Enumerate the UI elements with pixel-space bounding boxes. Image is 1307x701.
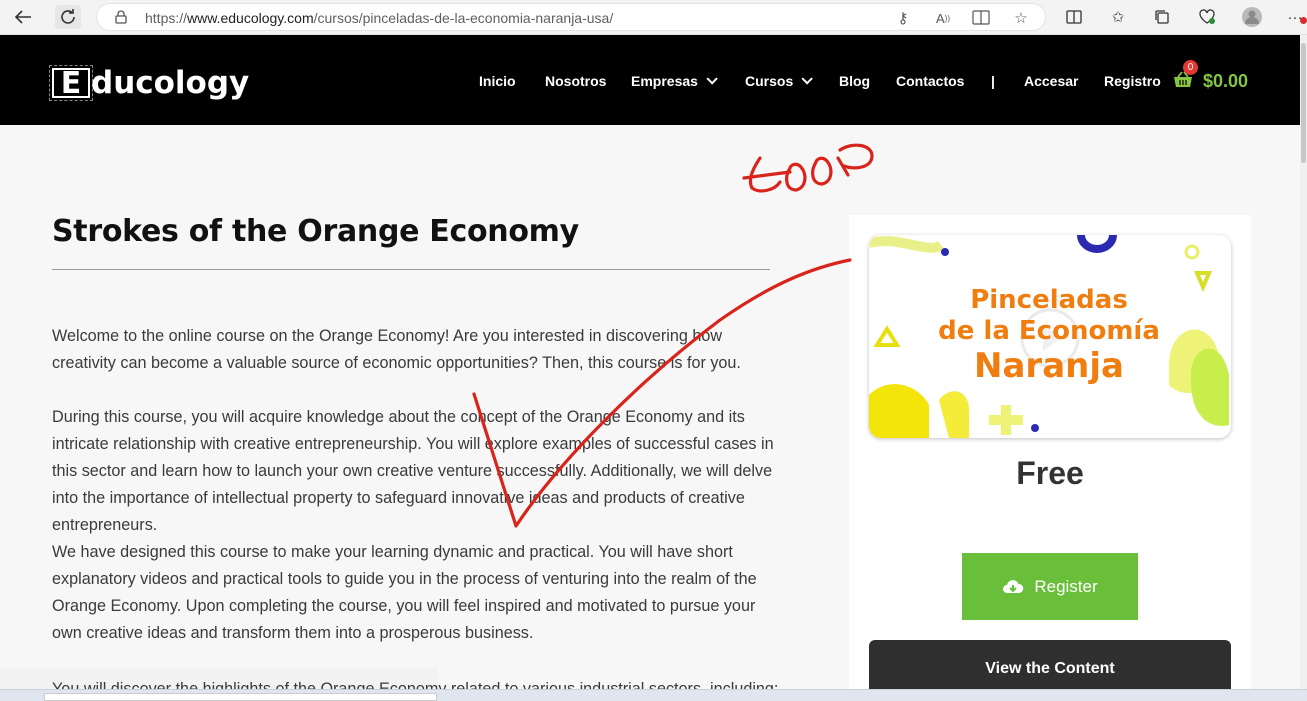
- course-description: Welcome to the online course on the Oran…: [52, 323, 782, 647]
- cloud-download-icon: [1003, 579, 1024, 593]
- lock-icon: [115, 10, 127, 24]
- educology-logo[interactable]: E ducology: [49, 64, 250, 102]
- reader-view-icon[interactable]: [971, 8, 991, 28]
- scrollbar-thumb[interactable]: [1301, 43, 1306, 163]
- page-scrollbar[interactable]: [1300, 35, 1307, 701]
- logo-text: ducology: [91, 65, 250, 101]
- more-menu-icon[interactable]: ···: [1283, 5, 1307, 29]
- thumbnail-artwork: Pinceladas de la Economía Naranja: [869, 235, 1231, 438]
- details-paragraph: During this course, you will acquire kno…: [52, 408, 774, 534]
- handwriting-g: [742, 156, 792, 193]
- favorites-icon[interactable]: ✩: [1106, 5, 1130, 29]
- refresh-icon[interactable]: [55, 5, 81, 29]
- nav-nosotros[interactable]: Nosotros: [545, 73, 606, 89]
- nav-empresas[interactable]: Empresas: [631, 73, 718, 89]
- design-paragraph: We have designed this course to make you…: [52, 543, 757, 642]
- browser-toolbar: https://www.educology.com/cursos/pincela…: [0, 0, 1307, 35]
- chevron-down-icon: [801, 73, 814, 85]
- course-price: Free: [1016, 455, 1084, 491]
- intro-paragraph: Welcome to the online course on the Oran…: [52, 327, 741, 372]
- chevron-down-icon: [706, 73, 718, 85]
- url-text: https://www.educology.com/cursos/pincela…: [145, 10, 614, 26]
- handwriting-o2: [811, 156, 833, 186]
- site-header: E ducology Inicio Nosotros Empresas Curs…: [0, 35, 1307, 125]
- cart-total[interactable]: $0.00: [1203, 71, 1248, 92]
- course-title: Strokes of the Orange Economy: [52, 214, 579, 249]
- address-bar[interactable]: https://www.educology.com/cursos/pincela…: [96, 3, 1046, 31]
- nav-contactos[interactable]: Contactos: [896, 73, 964, 89]
- thumbnail-line-1: Pinceladas: [970, 285, 1128, 315]
- cart-count-badge: 0: [1183, 60, 1198, 75]
- nav-accesar[interactable]: Accesar: [1024, 73, 1079, 89]
- handwriting-o1: [785, 162, 807, 192]
- split-screen-icon[interactable]: [1062, 5, 1086, 29]
- title-divider: [52, 269, 770, 270]
- nav-blog[interactable]: Blog: [839, 73, 870, 89]
- favorite-star-icon[interactable]: ☆: [1011, 8, 1031, 28]
- nav-inicio[interactable]: Inicio: [479, 73, 516, 89]
- collections-icon[interactable]: [1150, 5, 1174, 29]
- logo-letter: E: [49, 65, 93, 101]
- back-arrow-icon[interactable]: [10, 5, 36, 29]
- register-button[interactable]: Register: [962, 553, 1138, 620]
- thumbnail-line-2: de la Economía: [938, 316, 1160, 346]
- nav-separator: |: [991, 73, 995, 89]
- thumbnail-line-3: Naranja: [974, 346, 1124, 386]
- handwriting-d: [836, 143, 874, 177]
- key-icon[interactable]: ⚷: [893, 8, 913, 28]
- course-thumbnail-video[interactable]: Pinceladas de la Economía Naranja: [869, 235, 1231, 438]
- profile-avatar-icon[interactable]: [1240, 5, 1264, 29]
- nav-registro[interactable]: Registro: [1104, 73, 1161, 89]
- nav-cursos[interactable]: Cursos: [745, 73, 814, 89]
- taskbar-window-preview[interactable]: [44, 693, 437, 701]
- read-aloud-icon[interactable]: A)): [933, 8, 953, 28]
- performance-heart-icon[interactable]: [1195, 5, 1219, 29]
